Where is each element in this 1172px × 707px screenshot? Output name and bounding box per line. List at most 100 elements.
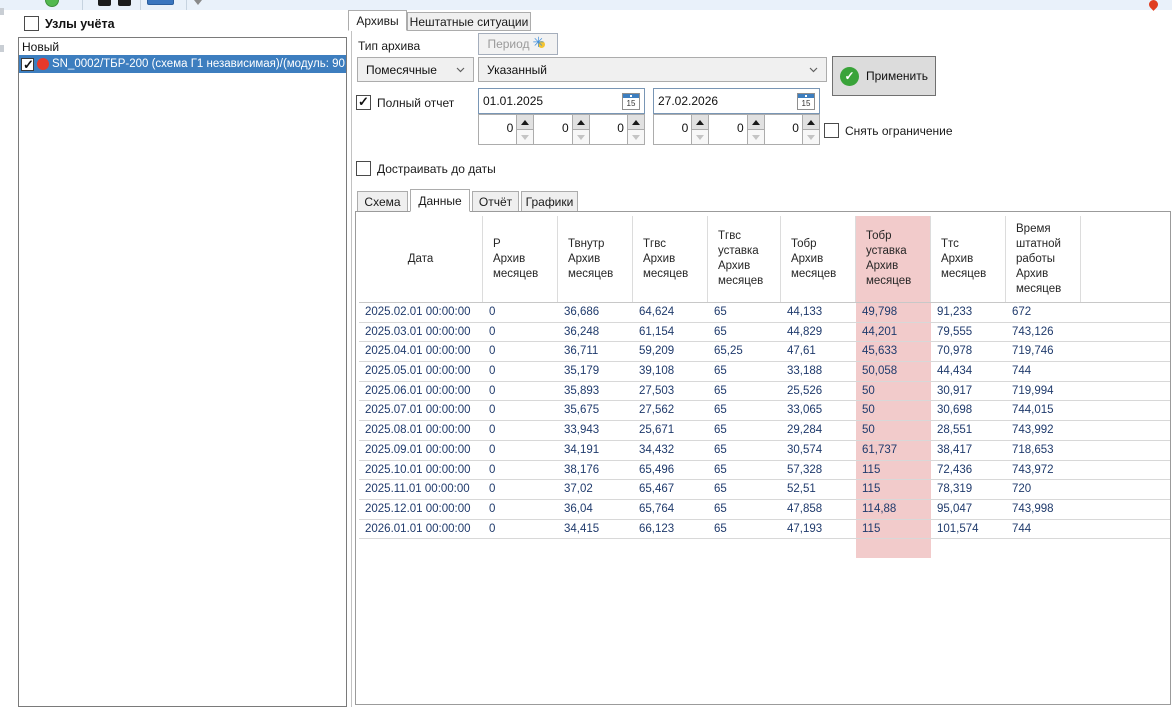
table-cell: 744	[1006, 520, 1081, 539]
node-checkbox[interactable]	[21, 58, 34, 71]
extend-to-date-row[interactable]: Достраивать до даты	[356, 161, 496, 176]
apply-button[interactable]: ✓ Применить	[832, 56, 936, 96]
table-row[interactable]: 2025.07.01 00:00:00035,67527,5626533,065…	[359, 401, 1170, 421]
nodes-root-row[interactable]: Узлы учёта	[24, 16, 115, 31]
table-cell: 719,994	[1006, 382, 1081, 401]
table-row[interactable]: 2025.05.01 00:00:00035,17939,1086533,188…	[359, 362, 1170, 382]
column-header[interactable]: Время штатной работы Архив месяцев	[1006, 216, 1081, 302]
panel-splitter[interactable]	[351, 10, 352, 707]
time-spinners-from[interactable]: 0 0 0	[478, 114, 645, 145]
extend-to-date-checkbox[interactable]	[356, 161, 371, 176]
spinner-value[interactable]: 0	[590, 115, 627, 144]
spinner[interactable]: 0	[533, 115, 588, 144]
date-cell: 2025.07.01 00:00:00	[359, 401, 483, 420]
archive-type-label: Тип архива	[358, 39, 420, 53]
spin-down-button[interactable]	[692, 130, 708, 144]
spinner[interactable]: 0	[479, 115, 533, 144]
spinner-value[interactable]: 0	[479, 115, 516, 144]
table-cell: 47,858	[781, 500, 856, 519]
spinner[interactable]: 0	[764, 115, 819, 144]
spin-up-button[interactable]	[748, 115, 764, 130]
spin-up-button[interactable]	[803, 115, 819, 130]
period-button[interactable]: Период ✳	[478, 33, 558, 55]
chevron-down-icon	[456, 67, 465, 73]
node-item-selected[interactable]: SN_0002/ТБР-200 (схема Г1 независимая)/(…	[19, 55, 346, 73]
column-header[interactable]: Р Архив месяцев	[483, 216, 558, 302]
column-header[interactable]: Ттс Архив месяцев	[931, 216, 1006, 302]
table-cell: 66,123	[633, 520, 708, 539]
table-row[interactable]: 2025.08.01 00:00:00033,94325,6716529,284…	[359, 421, 1170, 441]
spin-down-button[interactable]	[517, 130, 533, 144]
period-value: Указанный	[487, 63, 809, 77]
nodes-root-checkbox[interactable]	[24, 16, 39, 31]
table-row[interactable]: 2025.12.01 00:00:00036,0465,7646547,8581…	[359, 500, 1170, 520]
tab-schema[interactable]: Схема	[357, 191, 408, 212]
table-cell: 64,624	[633, 303, 708, 322]
time-spinners-to[interactable]: 0 0 0	[653, 114, 820, 145]
date-to-field[interactable]: 27.02.2026 15	[653, 88, 820, 114]
extend-to-date-label: Достраивать до даты	[377, 162, 496, 176]
spinner[interactable]: 0	[654, 115, 708, 144]
spinner-value[interactable]: 0	[765, 115, 802, 144]
full-report-checkbox[interactable]	[356, 95, 371, 110]
table-cell: 65	[708, 441, 781, 460]
spin-down-button[interactable]	[803, 130, 819, 144]
column-header[interactable]: Твнутр Архив месяцев	[558, 216, 633, 302]
spin-up-button[interactable]	[517, 115, 533, 130]
tab-data[interactable]: Данные	[410, 189, 470, 212]
column-header[interactable]: Дата	[359, 216, 483, 302]
spinner-value[interactable]: 0	[709, 115, 746, 144]
dropdown-chevron-icon[interactable]	[194, 0, 202, 5]
table-row[interactable]: 2025.09.01 00:00:00034,19134,4326530,574…	[359, 441, 1170, 461]
app-icon-2[interactable]	[118, 0, 131, 6]
apply-button-label: Применить	[866, 69, 928, 83]
tab-report[interactable]: Отчёт	[472, 191, 519, 212]
spin-up-button[interactable]	[692, 115, 708, 130]
calendar-icon[interactable]: 15	[797, 93, 815, 110]
table-row[interactable]: 2025.04.01 00:00:00036,71159,20965,2547,…	[359, 342, 1170, 362]
table-cell: 72,436	[931, 461, 1006, 480]
full-report-row[interactable]: Полный отчет	[356, 95, 454, 110]
spinner-value[interactable]: 0	[534, 115, 571, 144]
archive-type-select[interactable]: Помесячные	[357, 57, 474, 82]
spin-up-button[interactable]	[573, 115, 589, 130]
spin-down-button[interactable]	[573, 130, 589, 144]
node-group-label[interactable]: Новый	[19, 38, 346, 55]
table-row[interactable]: 2026.01.01 00:00:00034,41566,1236547,193…	[359, 520, 1170, 540]
calendar-icon[interactable]: 15	[622, 93, 640, 110]
table-row[interactable]: 2025.11.01 00:00:00037,0265,4676552,5111…	[359, 480, 1170, 500]
column-header[interactable]: Тгвс Архив месяцев	[633, 216, 708, 302]
table-cell: 672	[1006, 303, 1081, 322]
spinner[interactable]: 0	[589, 115, 644, 144]
date-from-field[interactable]: 01.01.2025 15	[478, 88, 645, 114]
column-header[interactable]: Тгвс уставка Архив месяцев	[708, 216, 781, 302]
column-header-filler	[1081, 216, 1170, 302]
column-header[interactable]: Тобр уставка Архив месяцев	[856, 216, 931, 302]
spin-up-button[interactable]	[628, 115, 644, 130]
date-to-value: 27.02.2026	[658, 94, 797, 108]
nodes-list[interactable]: Новый SN_0002/ТБР-200 (схема Г1 независи…	[18, 37, 347, 707]
spinner[interactable]: 0	[708, 115, 763, 144]
tab-archives[interactable]: Архивы	[348, 10, 407, 31]
period-select[interactable]: Указанный	[478, 57, 827, 82]
splitter-grip[interactable]	[0, 8, 4, 15]
splitter-grip[interactable]	[0, 45, 4, 52]
table-cell: 0	[483, 303, 558, 322]
remove-limit-row[interactable]: Снять ограничение	[824, 123, 953, 138]
nodes-root-label: Узлы учёта	[45, 17, 115, 31]
spin-down-button[interactable]	[748, 130, 764, 144]
table-row[interactable]: 2025.03.01 00:00:00036,24861,1546544,829…	[359, 323, 1170, 343]
tab-emergencies[interactable]: Нештатные ситуации	[407, 12, 531, 31]
app-icon-1[interactable]	[98, 0, 111, 6]
column-header[interactable]: Тобр Архив месяцев	[781, 216, 856, 302]
spin-down-button[interactable]	[628, 130, 644, 144]
remove-limit-checkbox[interactable]	[824, 123, 839, 138]
device-blue-icon[interactable]	[147, 0, 174, 5]
archive-data-table[interactable]: ДатаР Архив месяцевТвнутр Архив месяцевТ…	[359, 216, 1170, 539]
table-row[interactable]: 2025.06.01 00:00:00035,89327,5036525,526…	[359, 382, 1170, 402]
table-cell: 30,574	[781, 441, 856, 460]
table-row[interactable]: 2025.02.01 00:00:00036,68664,6246544,133…	[359, 303, 1170, 323]
table-row[interactable]: 2025.10.01 00:00:00038,17665,4966557,328…	[359, 461, 1170, 481]
tab-graphs[interactable]: Графики	[521, 191, 578, 212]
spinner-value[interactable]: 0	[654, 115, 691, 144]
